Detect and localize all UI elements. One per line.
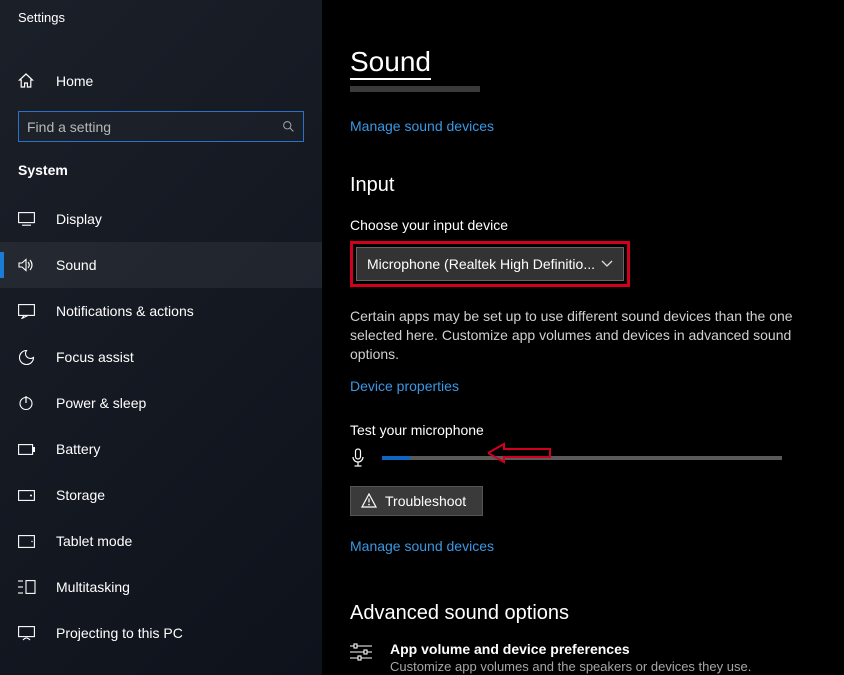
mic-level-fill [382,456,410,460]
sidebar-item-display[interactable]: Display [0,196,322,242]
search-icon [282,120,295,133]
advanced-item-desc: Customize app volumes and the speakers o… [390,659,751,674]
mic-test-row [350,448,816,468]
tablet-icon [18,535,38,548]
manage-sound-devices-link-2[interactable]: Manage sound devices [350,538,494,554]
search-input-wrap[interactable] [18,111,304,142]
sidebar-item-label: Storage [56,487,105,503]
troubleshoot-button[interactable]: Troubleshoot [350,486,483,516]
sidebar-item-label: Sound [56,257,96,273]
troubleshoot-label: Troubleshoot [385,493,466,509]
nav-list: Display Sound Notifications & actions Fo… [0,196,322,656]
sidebar-item-label: Power & sleep [56,395,146,411]
nav-home[interactable]: Home [0,63,322,99]
input-section-header: Input [350,174,816,197]
input-device-dropdown[interactable]: Microphone (Realtek High Definitio... [356,247,624,281]
title-underline-bar [350,86,480,92]
chevron-down-icon [601,260,613,268]
multitasking-icon [18,580,38,594]
sidebar-item-power-sleep[interactable]: Power & sleep [0,380,322,426]
sidebar-item-battery[interactable]: Battery [0,426,322,472]
annotation-arrow [488,442,552,464]
input-description-text: Certain apps may be set up to use differ… [350,307,795,364]
warning-icon [361,493,377,508]
sidebar-item-label: Focus assist [56,349,134,365]
power-icon [18,395,38,411]
focus-assist-icon [18,349,38,366]
sidebar-item-label: Notifications & actions [56,303,194,319]
sidebar-item-label: Battery [56,441,100,457]
device-properties-link[interactable]: Device properties [350,378,459,394]
storage-icon [18,490,38,501]
sidebar-item-focus-assist[interactable]: Focus assist [0,334,322,380]
advanced-item-title: App volume and device preferences [390,641,751,657]
nav-home-label: Home [56,73,93,89]
display-icon [18,212,38,226]
search-input[interactable] [27,119,282,135]
sidebar-item-projecting[interactable]: Projecting to this PC [0,610,322,656]
dropdown-selected-value: Microphone (Realtek High Definitio... [367,256,595,272]
sidebar: Settings Home System Display Sound [0,0,322,675]
sidebar-item-notifications[interactable]: Notifications & actions [0,288,322,334]
sidebar-section-title: System [0,156,322,182]
battery-icon [18,444,38,455]
microphone-icon [350,448,372,468]
sidebar-item-label: Tablet mode [56,533,132,549]
sidebar-item-label: Display [56,211,102,227]
manage-sound-devices-link[interactable]: Manage sound devices [350,118,494,134]
app-title: Settings [0,0,322,25]
page-title: Sound [350,46,431,80]
sliders-icon [350,643,376,661]
sidebar-item-multitasking[interactable]: Multitasking [0,564,322,610]
choose-input-label: Choose your input device [350,217,816,233]
annotation-highlight-box: Microphone (Realtek High Definitio... [350,241,630,287]
advanced-option-app-volume[interactable]: App volume and device preferences Custom… [350,641,816,674]
home-icon [18,73,38,89]
sound-icon [18,257,38,273]
sidebar-item-sound[interactable]: Sound [0,242,322,288]
advanced-section-header: Advanced sound options [350,602,816,625]
notifications-icon [18,304,38,319]
sidebar-item-tablet-mode[interactable]: Tablet mode [0,518,322,564]
sidebar-item-storage[interactable]: Storage [0,472,322,518]
sidebar-item-label: Projecting to this PC [56,625,183,641]
mic-level-bar [382,456,782,460]
main-content: Sound Manage sound devices Input Choose … [322,0,844,675]
test-mic-label: Test your microphone [350,422,816,438]
projecting-icon [18,626,38,641]
sidebar-item-label: Multitasking [56,579,130,595]
